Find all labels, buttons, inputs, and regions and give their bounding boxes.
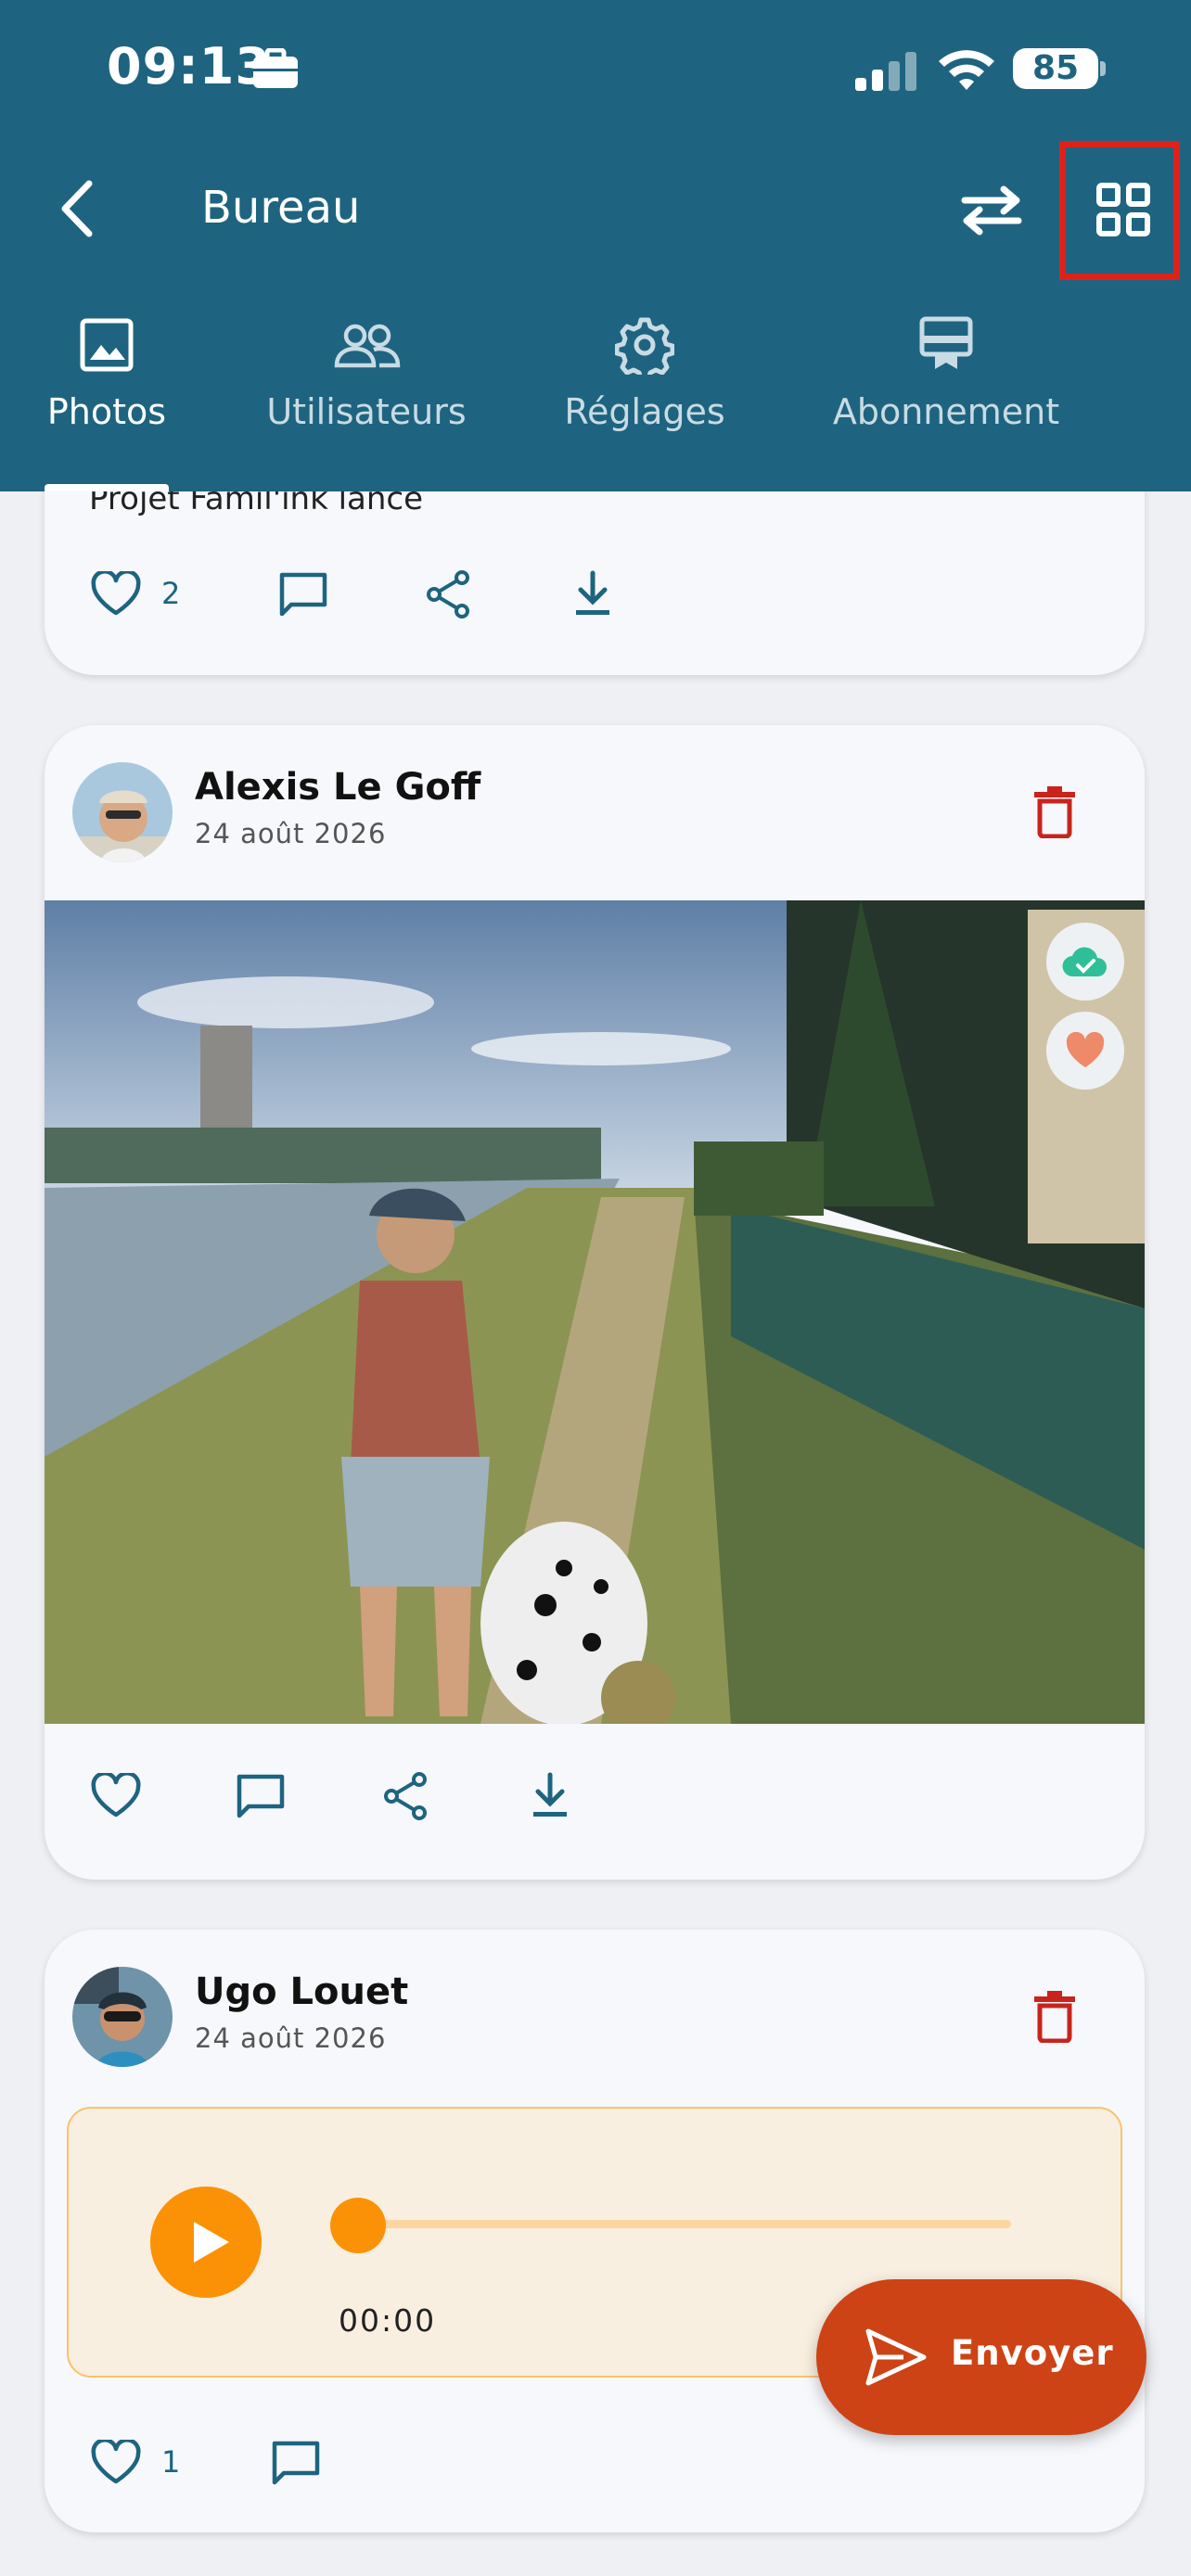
page-title: Bureau: [201, 182, 361, 234]
tab-settings-label: Réglages: [564, 391, 725, 432]
send-icon: [865, 2328, 927, 2386]
trash-icon: [1034, 786, 1075, 839]
share-button[interactable]: [425, 569, 471, 619]
grid-view-button[interactable]: [1059, 141, 1180, 280]
post-card-photo: Alexis Le Goff 24 août 2026: [45, 725, 1145, 1880]
send-button[interactable]: Envoyer: [816, 2279, 1146, 2435]
tab-subscription-label: Abonnement: [832, 391, 1060, 432]
briefcase-icon: [252, 47, 299, 93]
post-card-audio: Ugo Louet 24 août 2026 00:00 1: [45, 1930, 1145, 2532]
audio-time: 00:00: [339, 2302, 437, 2339]
post-photo[interactable]: [45, 900, 1145, 1724]
post-date: 24 août 2026: [195, 818, 387, 849]
tab-photos-label: Photos: [46, 391, 167, 432]
author-avatar[interactable]: [72, 1967, 173, 2067]
trash-icon: [1034, 1991, 1075, 2044]
cloud-check-icon: [1062, 947, 1107, 977]
swap-arrows-icon[interactable]: [955, 182, 1028, 241]
battery-indicator: 85: [1013, 48, 1098, 89]
like-button[interactable]: 1: [91, 2440, 180, 2484]
battery-cap: [1100, 61, 1106, 76]
comment-button[interactable]: [278, 571, 328, 618]
tab-users[interactable]: Utilisateurs: [250, 315, 482, 432]
status-bar: 09:13 85: [0, 0, 1191, 139]
download-button[interactable]: [571, 569, 614, 618]
tab-photos[interactable]: Photos: [28, 315, 186, 432]
heart-filled-icon: [1066, 1032, 1105, 1067]
download-button[interactable]: [529, 1771, 571, 1819]
delete-button[interactable]: [1032, 1989, 1077, 2047]
comment-icon: [279, 572, 327, 617]
post-actions: 1: [45, 2440, 1145, 2523]
gear-icon: [615, 317, 674, 375]
post-actions: [45, 1771, 1145, 1856]
heart-icon: [91, 2440, 141, 2484]
share-button[interactable]: [382, 1771, 429, 1821]
post-actions: 2: [45, 564, 1145, 647]
signal-icon: [855, 52, 920, 95]
download-icon: [576, 570, 609, 615]
audio-progress-track[interactable]: [354, 2220, 1011, 2228]
like-count: 1: [161, 2444, 181, 2480]
audio-seek-handle[interactable]: [330, 2198, 386, 2253]
tab-settings[interactable]: Réglages: [547, 315, 742, 432]
users-icon: [334, 324, 401, 368]
tab-subscription[interactable]: Abonnement: [807, 315, 1085, 432]
heart-icon: [91, 1773, 141, 1817]
status-time: 09:13: [107, 37, 271, 96]
author-name: Alexis Le Goff: [195, 766, 481, 809]
active-tab-indicator: [45, 484, 169, 491]
author-name: Ugo Louet: [195, 1970, 409, 2013]
synced-badge: [1046, 923, 1124, 1001]
like-count: 2: [161, 576, 181, 611]
like-button[interactable]: [91, 1773, 141, 1817]
heart-icon: [91, 571, 141, 616]
play-icon: [194, 2222, 229, 2263]
author-avatar[interactable]: [72, 762, 173, 862]
image-icon: [80, 318, 134, 372]
subscription-icon: [919, 316, 973, 369]
app-header: 09:13 85 Bureau Photos Utilisateurs Régl…: [0, 0, 1191, 491]
tab-bar: Photos Utilisateurs Réglages Abonnement: [0, 315, 1191, 491]
play-button[interactable]: [150, 2187, 262, 2298]
favorite-badge[interactable]: [1046, 1012, 1124, 1090]
share-icon: [384, 1772, 427, 1820]
comment-button[interactable]: [271, 2440, 321, 2486]
back-arrow-icon[interactable]: [56, 176, 96, 245]
send-button-label: Envoyer: [951, 2333, 1114, 2373]
grid-view-icon: [1096, 183, 1150, 236]
tab-users-label: Utilisateurs: [266, 391, 467, 432]
delete-button[interactable]: [1032, 784, 1077, 842]
comment-button[interactable]: [236, 1773, 286, 1819]
post-date: 24 août 2026: [195, 2022, 387, 2054]
top-app-bar: Bureau: [0, 141, 1191, 280]
comment-icon: [272, 2441, 320, 2485]
download-icon: [533, 1772, 567, 1817]
like-button[interactable]: 2: [91, 571, 180, 616]
wifi-icon: [937, 46, 996, 95]
comment-icon: [237, 1774, 285, 1818]
share-icon: [427, 570, 469, 618]
